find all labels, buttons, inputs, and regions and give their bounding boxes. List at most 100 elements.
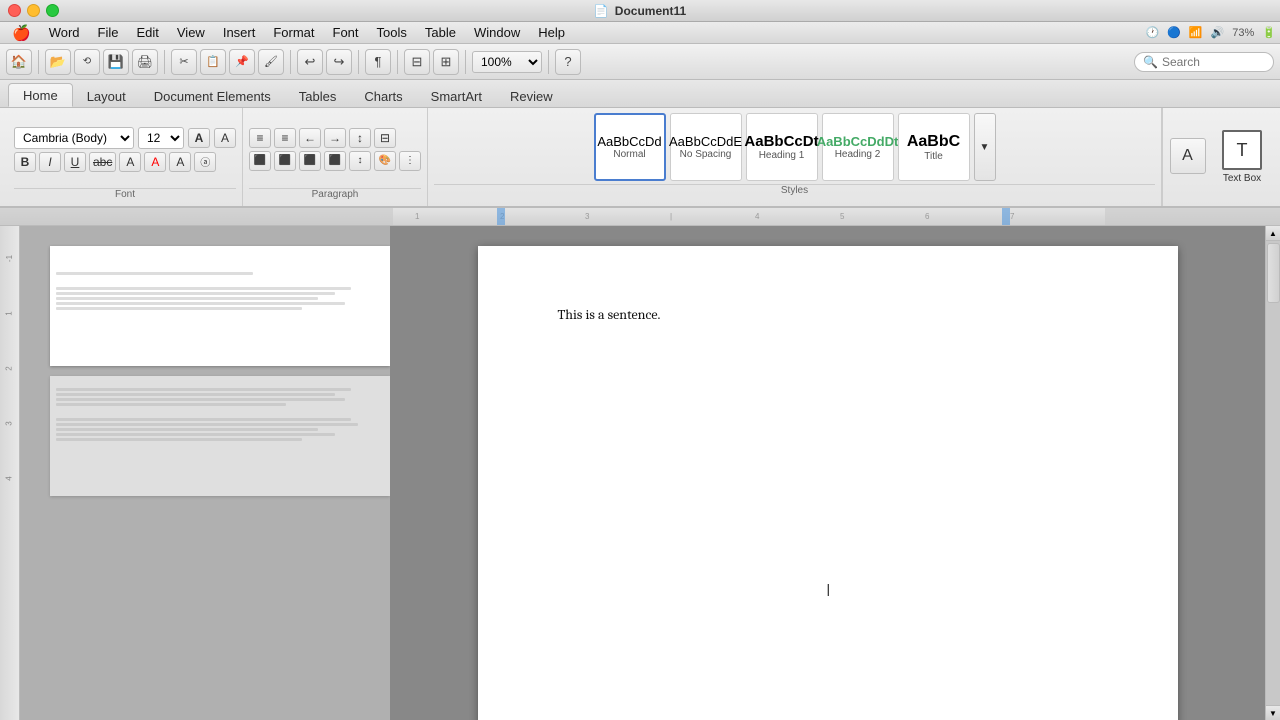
svg-text:|: | bbox=[670, 212, 672, 221]
find-replace-button[interactable]: A bbox=[1170, 138, 1206, 174]
home-button[interactable]: 🏠 bbox=[6, 49, 32, 75]
ruler-svg: 1 2 3 | 4 5 6 7 bbox=[0, 208, 1280, 226]
styles-group: AaBbCcDd Normal AaBbCcDdE No Spacing AaB… bbox=[428, 108, 1162, 206]
styles-more-button[interactable]: ▼ bbox=[974, 113, 996, 181]
search-box[interactable]: 🔍 bbox=[1134, 52, 1274, 72]
border-button[interactable]: ⊟ bbox=[374, 128, 396, 148]
columns-button[interactable]: ⋮ bbox=[399, 151, 421, 171]
search-input[interactable] bbox=[1162, 55, 1265, 69]
textbox-button[interactable]: T bbox=[1222, 130, 1262, 170]
textbox-area: T Text Box bbox=[1212, 108, 1272, 206]
undo-button[interactable]: ↩ bbox=[297, 49, 323, 75]
font-color-a[interactable]: A bbox=[144, 152, 166, 172]
clear-format-button[interactable]: ⓐ bbox=[194, 152, 216, 172]
line-spacing-button[interactable]: ↕ bbox=[349, 151, 371, 171]
tab-review[interactable]: Review bbox=[496, 85, 567, 107]
scroll-down-button[interactable]: ▼ bbox=[1266, 705, 1280, 720]
print-button[interactable]: 🖨 bbox=[132, 49, 158, 75]
align-left-button[interactable]: ⬛ bbox=[249, 151, 271, 171]
font-shrink-button[interactable]: A bbox=[214, 128, 236, 148]
textbox-icon-letter: T bbox=[1237, 140, 1248, 161]
menu-view[interactable]: View bbox=[169, 23, 213, 42]
italic-button[interactable]: I bbox=[39, 152, 61, 172]
redo-button[interactable]: ↪ bbox=[326, 49, 352, 75]
shadow-button[interactable]: A bbox=[119, 152, 141, 172]
copy-button[interactable]: 📋 bbox=[200, 49, 226, 75]
menu-tools[interactable]: Tools bbox=[369, 23, 415, 42]
menu-window[interactable]: Window bbox=[466, 23, 528, 42]
save-button[interactable]: 💾 bbox=[103, 49, 129, 75]
document-text[interactable]: This is a sentence. bbox=[558, 306, 1098, 323]
strikethrough-button[interactable]: abc bbox=[89, 152, 116, 172]
tab-smartart[interactable]: SmartArt bbox=[417, 85, 496, 107]
font-size-select[interactable]: 12 8 10 14 16 18 24 36 48 72 bbox=[138, 127, 184, 149]
bold-button[interactable]: B bbox=[14, 152, 36, 172]
svg-text:3: 3 bbox=[585, 212, 590, 221]
window-title: 📄 Document11 bbox=[594, 4, 686, 18]
apple-menu[interactable]: 🍎 bbox=[4, 24, 39, 42]
style-h2-preview: AaBbCcDdDt bbox=[817, 134, 899, 149]
scroll-up-button[interactable]: ▲ bbox=[1266, 226, 1280, 241]
style-nospacing-button[interactable]: AaBbCcDdE No Spacing bbox=[670, 113, 742, 181]
paste-button[interactable]: 📌 bbox=[229, 49, 255, 75]
menu-table[interactable]: Table bbox=[417, 23, 464, 42]
style-h2-button[interactable]: AaBbCcDdDt Heading 2 bbox=[822, 113, 894, 181]
help-button[interactable]: ? bbox=[555, 49, 581, 75]
shading-button[interactable]: 🎨 bbox=[374, 151, 396, 171]
align-center-button[interactable]: ⬛ bbox=[274, 151, 296, 171]
list-unordered-button[interactable]: ≡ bbox=[249, 128, 271, 148]
menu-help[interactable]: Help bbox=[530, 23, 573, 42]
list-ordered-button[interactable]: ≡ bbox=[274, 128, 296, 148]
menu-file[interactable]: File bbox=[90, 23, 127, 42]
separator4 bbox=[358, 50, 359, 74]
left-sidebar: -1 1 2 3 4 bbox=[0, 226, 390, 720]
font-name-select[interactable]: Cambria (Body) Arial Times New Roman Hel… bbox=[14, 127, 134, 149]
menu-word[interactable]: Word bbox=[41, 23, 88, 42]
font-grow-button[interactable]: A bbox=[188, 128, 210, 148]
paragraph-marks[interactable]: ¶ bbox=[365, 49, 391, 75]
tab-layout[interactable]: Layout bbox=[73, 85, 140, 107]
undo-open-button[interactable]: ⟲ bbox=[74, 49, 100, 75]
close-button[interactable] bbox=[8, 4, 21, 17]
style-h1-button[interactable]: AaBbCcDt Heading 1 bbox=[746, 113, 818, 181]
ribbon-tabs: Home Layout Document Elements Tables Cha… bbox=[0, 80, 1280, 108]
document-area[interactable]: This is a sentence. bbox=[390, 226, 1265, 720]
maximize-button[interactable] bbox=[46, 4, 59, 17]
window-controls[interactable] bbox=[8, 4, 59, 17]
separator2 bbox=[164, 50, 165, 74]
tab-home[interactable]: Home bbox=[8, 83, 73, 107]
zoom-select[interactable]: 100% 75% 125% 150% 200% bbox=[472, 51, 542, 73]
vertical-scrollbar[interactable]: ▲ ▼ bbox=[1265, 226, 1280, 720]
menu-edit[interactable]: Edit bbox=[128, 23, 166, 42]
tab-document-elements[interactable]: Document Elements bbox=[140, 85, 285, 107]
view-toggle2[interactable]: ⊞ bbox=[433, 49, 459, 75]
scroll-track[interactable] bbox=[1266, 241, 1280, 705]
align-right-button[interactable]: ⬛ bbox=[299, 151, 321, 171]
scroll-thumb[interactable] bbox=[1267, 243, 1280, 303]
style-nospacing-preview: AaBbCcDdE bbox=[669, 134, 742, 149]
svg-text:4: 4 bbox=[755, 212, 760, 221]
style-normal-label: Normal bbox=[613, 149, 645, 160]
underline-button[interactable]: U bbox=[64, 152, 86, 172]
separator3 bbox=[290, 50, 291, 74]
ribbon-content: Cambria (Body) Arial Times New Roman Hel… bbox=[0, 108, 1280, 208]
highlight-button[interactable]: A bbox=[169, 152, 191, 172]
menu-format[interactable]: Format bbox=[265, 23, 322, 42]
format-painter[interactable]: 🖌 bbox=[258, 49, 284, 75]
tab-tables[interactable]: Tables bbox=[285, 85, 351, 107]
menu-insert[interactable]: Insert bbox=[215, 23, 264, 42]
align-justify-button[interactable]: ⬛ bbox=[324, 151, 346, 171]
style-title-label: Title bbox=[924, 151, 943, 162]
view-toggle[interactable]: ⊟ bbox=[404, 49, 430, 75]
style-normal-button[interactable]: AaBbCcDd Normal bbox=[594, 113, 666, 181]
cut-button[interactable]: ✂ bbox=[171, 49, 197, 75]
sort-button[interactable]: ↕ bbox=[349, 128, 371, 148]
document-page[interactable]: This is a sentence. bbox=[478, 246, 1178, 720]
tab-charts[interactable]: Charts bbox=[350, 85, 416, 107]
indent-left-button[interactable]: ← bbox=[299, 128, 321, 148]
menu-font[interactable]: Font bbox=[325, 23, 367, 42]
indent-right-button[interactable]: → bbox=[324, 128, 346, 148]
open-button[interactable]: 📂 bbox=[45, 49, 71, 75]
minimize-button[interactable] bbox=[27, 4, 40, 17]
style-title-button[interactable]: AaBbC Title bbox=[898, 113, 970, 181]
